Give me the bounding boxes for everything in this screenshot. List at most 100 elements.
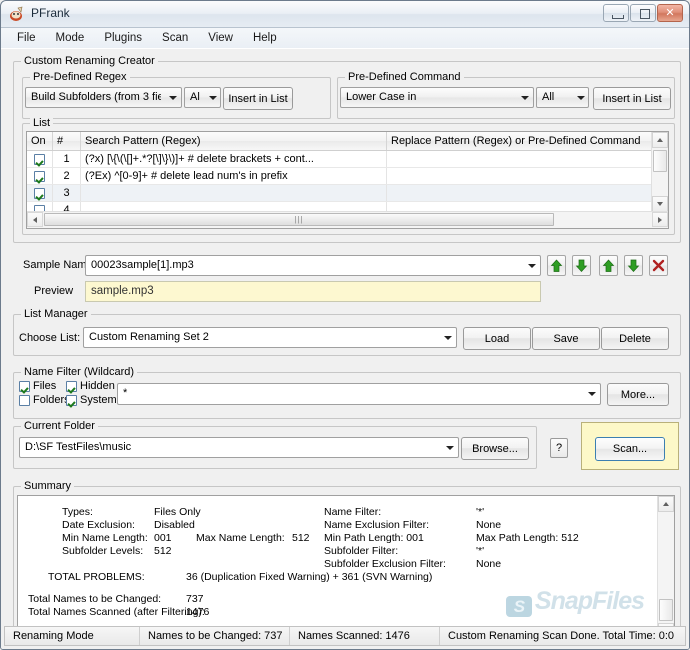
menu-item-view[interactable]: View [198, 30, 243, 46]
browse-button[interactable]: Browse... [461, 437, 529, 460]
vscroll-thumb[interactable] [653, 150, 667, 172]
table-row[interactable]: 2 (?Ex) ^[0-9]+ # delete lead num's in p… [27, 168, 668, 185]
window-controls: ✕ [603, 4, 683, 22]
filter-files-checkbox[interactable]: Files [19, 380, 56, 392]
minimize-icon [612, 15, 624, 19]
choose-list-combo[interactable]: Custom Renaming Set 2 [83, 327, 457, 348]
summary-subfolder-levels-label: Subfolder Levels: [62, 545, 143, 557]
move-down-button[interactable] [624, 255, 643, 276]
chevron-down-icon [206, 88, 220, 107]
maximize-button[interactable] [630, 4, 656, 22]
current-folder-combo[interactable]: D:\SF TestFiles\music [19, 437, 459, 458]
minimize-button[interactable] [603, 4, 629, 22]
filter-folders-checkbox[interactable]: Folders [19, 394, 70, 406]
predefined-regex-value: Build Subfolders (from 3 fields s [31, 91, 161, 103]
scroll-down-button[interactable] [652, 196, 668, 212]
delete-row-icon [652, 259, 665, 272]
summary-total-problems-label: TOTAL PROBLEMS: [48, 571, 145, 583]
checkbox-icon [66, 395, 77, 406]
delete-row-button[interactable] [649, 255, 668, 276]
move-down-icon [627, 259, 640, 273]
filter-hidden-checkbox[interactable]: Hidden [66, 380, 115, 392]
table-row[interactable]: 3 [27, 185, 668, 202]
save-button[interactable]: Save [532, 327, 600, 350]
filter-system-checkbox[interactable]: System [66, 394, 117, 406]
row-search-pattern[interactable]: (?Ex) ^[0-9]+ # delete lead num's in pre… [81, 168, 387, 184]
move-top-button[interactable] [547, 255, 566, 276]
summary-content: Types: Files Only Date Exclusion: Disabl… [18, 496, 658, 639]
hscroll-thumb[interactable]: ||| [44, 213, 554, 226]
row-search-pattern[interactable] [81, 185, 387, 201]
summary-date-exclusion-label: Date Exclusion: [62, 519, 135, 531]
delete-list-button[interactable]: Delete [601, 327, 669, 350]
predefined-command-value: Lower Case in [346, 91, 513, 103]
table-row[interactable]: 1 (?x) [\{\(\[]+.*?[\]\}\)]+ # delete br… [27, 151, 668, 168]
summary-max-path-length-value: Max Path Length: 512 [476, 532, 579, 544]
summary-name-exclusion-label: Name Exclusion Filter: [324, 519, 429, 531]
predefined-regex-legend: Pre-Defined Regex [30, 71, 130, 83]
row-enable-checkbox[interactable] [27, 168, 53, 184]
menu-item-scan[interactable]: Scan [152, 30, 198, 46]
menu-bar: File Mode Plugins Scan View Help [1, 28, 689, 49]
preview-label: Preview [34, 285, 73, 297]
close-button[interactable]: ✕ [657, 4, 683, 22]
predefined-regex-combo[interactable]: Build Subfolders (from 3 fields s [25, 87, 182, 108]
summary-max-name-length-label: Max Name Length: [196, 532, 285, 544]
sample-name-combo[interactable]: 00023sample[1].mp3 [85, 255, 541, 276]
chevron-down-icon [164, 88, 181, 107]
scroll-up-button[interactable] [658, 496, 674, 512]
summary-legend: Summary [21, 480, 74, 492]
scroll-right-button[interactable] [652, 212, 668, 227]
help-button[interactable]: ? [550, 438, 568, 458]
name-filter-combo[interactable]: * [117, 383, 601, 405]
scroll-up-button[interactable] [652, 132, 668, 148]
move-bottom-button[interactable] [572, 255, 591, 276]
insert-in-list-command-button[interactable]: Insert in List [593, 87, 671, 110]
summary-subfolder-filter-label: Subfolder Filter: [324, 545, 398, 557]
status-scan-result: Custom Renaming Scan Done. Total Time: 0… [440, 627, 685, 645]
menu-item-plugins[interactable]: Plugins [94, 30, 152, 46]
checkbox-icon [66, 381, 77, 392]
row-replace-pattern[interactable] [387, 185, 668, 201]
rules-table-header: On # Search Pattern (Regex) Replace Patt… [27, 132, 668, 151]
current-folder-value: D:\SF TestFiles\music [25, 441, 438, 453]
summary-vscrollbar[interactable] [657, 496, 674, 639]
row-search-pattern[interactable]: (?x) [\{\(\[]+.*?[\]\}\)]+ # delete brac… [81, 151, 387, 167]
row-number: 3 [53, 185, 81, 201]
name-filter-more-button[interactable]: More... [607, 383, 669, 406]
move-top-icon [550, 259, 563, 273]
summary-subfolder-exclusion-value: None [476, 558, 501, 570]
predefined-regex-scope-combo[interactable]: All [184, 87, 221, 108]
scan-button[interactable]: Scan... [595, 437, 665, 461]
row-number: 2 [53, 168, 81, 184]
menu-item-help[interactable]: Help [243, 30, 287, 46]
summary-names-changed-label: Total Names to be Changed: [28, 593, 161, 605]
close-icon: ✕ [658, 8, 682, 19]
move-up-icon [602, 259, 615, 273]
checkbox-icon [19, 395, 30, 406]
row-enable-checkbox[interactable] [27, 151, 53, 167]
predefined-command-scope-combo[interactable]: All [536, 87, 589, 108]
summary-total-problems-value: 36 (Duplication Fixed Warning) + 361 (SV… [186, 571, 432, 583]
rules-table-hscrollbar[interactable]: ||| [27, 211, 668, 228]
vscroll-thumb[interactable] [659, 599, 673, 621]
rules-table-vscrollbar[interactable] [651, 132, 668, 212]
row-replace-pattern[interactable] [387, 151, 668, 167]
status-bar: Renaming Mode Names to be Changed: 737 N… [4, 626, 686, 646]
insert-in-list-regex-button[interactable]: Insert in List [223, 87, 293, 110]
predefined-command-combo[interactable]: Lower Case in [340, 87, 534, 108]
rules-table[interactable]: On # Search Pattern (Regex) Replace Patt… [26, 131, 669, 229]
row-replace-pattern[interactable] [387, 168, 668, 184]
summary-name-exclusion-value: None [476, 519, 501, 531]
checkbox-icon [34, 171, 45, 182]
row-enable-checkbox[interactable] [27, 185, 53, 201]
checkbox-icon [34, 154, 45, 165]
column-header-num: # [53, 132, 81, 150]
scroll-left-button[interactable] [27, 212, 43, 227]
load-button[interactable]: Load [463, 327, 531, 350]
move-up-button[interactable] [599, 255, 618, 276]
name-filter-legend: Name Filter (Wildcard) [21, 366, 137, 378]
sample-name-value: 00023sample[1].mp3 [91, 259, 520, 271]
menu-item-mode[interactable]: Mode [46, 30, 95, 46]
menu-item-file[interactable]: File [7, 30, 46, 46]
